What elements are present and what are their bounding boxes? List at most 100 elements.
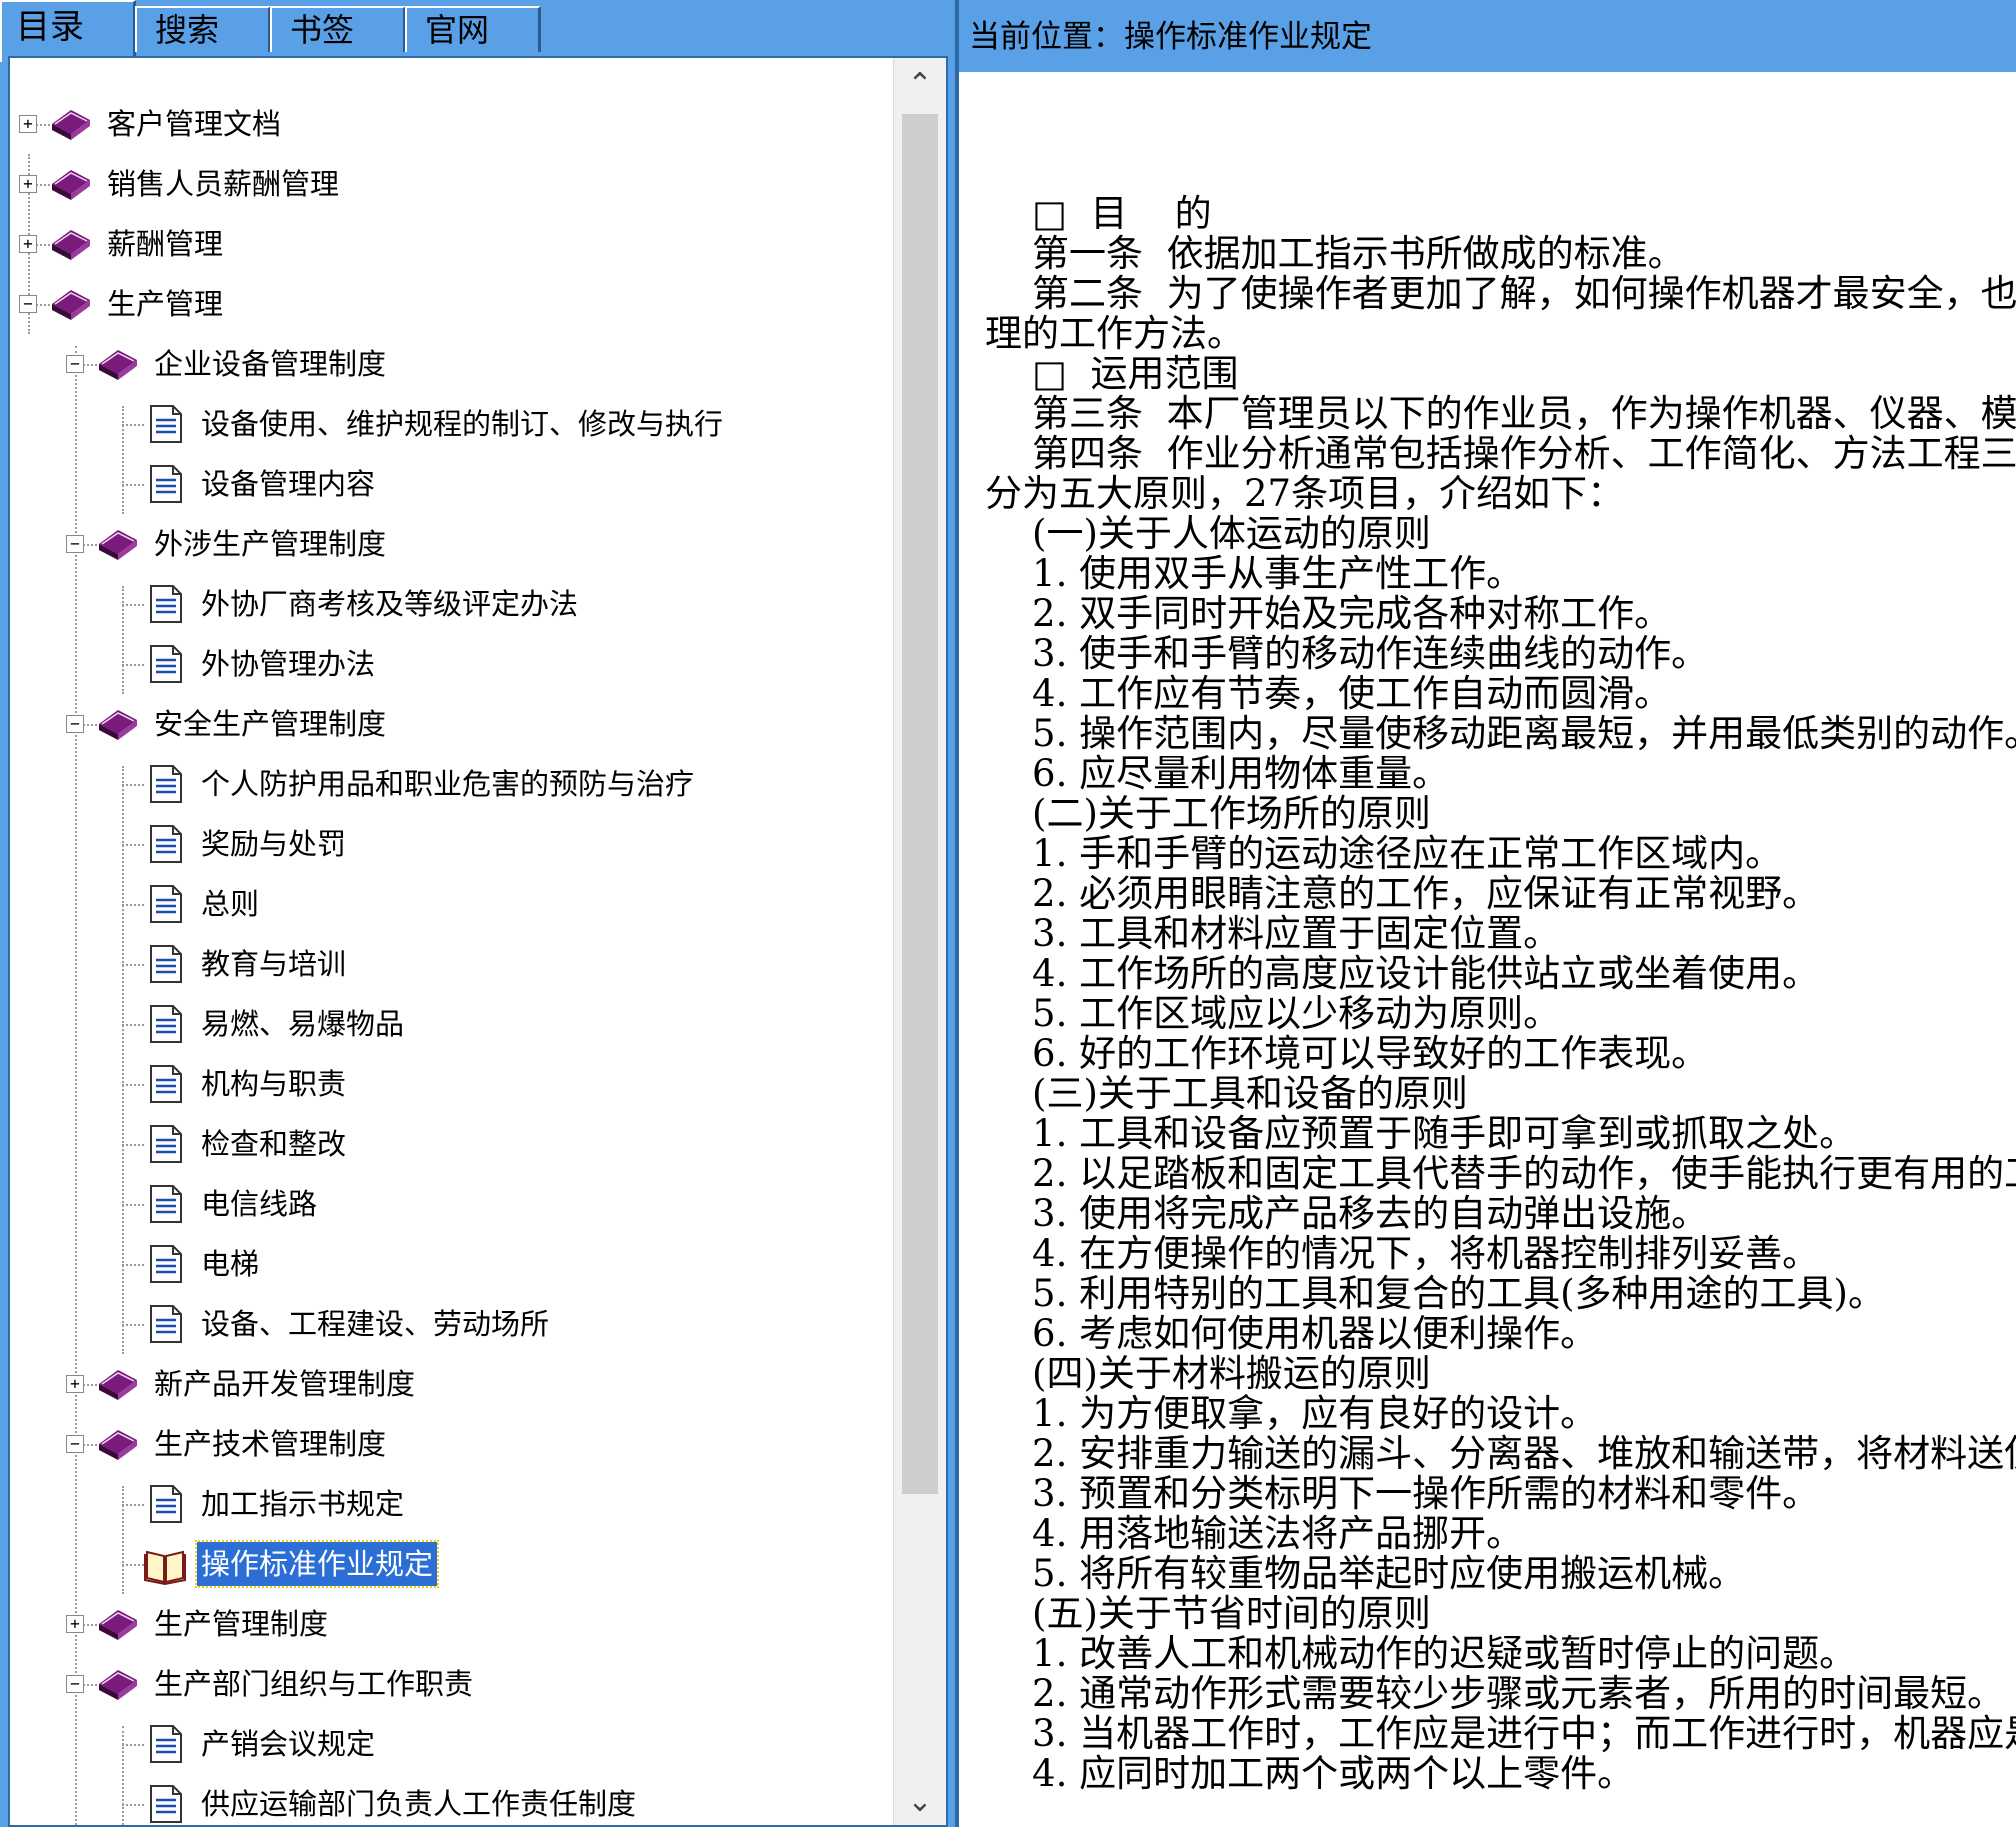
tree-item-label: 奖励与处罚 xyxy=(201,827,347,861)
collapse-icon[interactable]: − xyxy=(19,295,37,313)
tree-item-label: 总则 xyxy=(201,887,260,921)
tree-item-label: 易燃、易爆物品 xyxy=(201,1007,405,1041)
tree-view: + 客户管理文档 + 销售人员薪酬管理 + 薪酬管理 − 生产管理 − 企业设备管理制度 设备使用、… xyxy=(10,58,895,1825)
scrollbar-thumb[interactable] xyxy=(902,114,938,1494)
tree-connector-line xyxy=(122,1144,144,1146)
content-line: 第二条 为了使操作者更加了解，如何操作机器才最安全，也最 xyxy=(985,272,2016,315)
collapse-icon[interactable]: − xyxy=(66,535,84,553)
tree-item-label: 生产部门组织与工作职责 xyxy=(154,1667,474,1701)
document-icon xyxy=(143,1242,187,1286)
tree-connector-line xyxy=(122,1324,144,1326)
tree-item-label: 检查和整改 xyxy=(201,1127,347,1161)
expand-icon[interactable]: + xyxy=(19,175,37,193)
tree-item-label: 电信线路 xyxy=(201,1187,318,1221)
expand-icon[interactable]: + xyxy=(19,235,37,253)
document-icon xyxy=(143,1002,187,1046)
vertical-scrollbar[interactable]: ⌃ ⌄ xyxy=(893,58,946,1825)
collapse-icon[interactable]: − xyxy=(66,1675,84,1693)
tree-item-label: 教育与培训 xyxy=(201,947,347,981)
expand-icon[interactable]: + xyxy=(19,115,37,133)
left-pane: 目录 搜索 书签 官网 + 客户管理文档 + 销售人员薪酬管理 + 薪酬管理 − 生产管理 − 企… xyxy=(0,0,955,1827)
collapse-icon[interactable]: − xyxy=(66,355,84,373)
content-line: 第一条 依据加工指示书所做成的标准。 xyxy=(985,232,1685,275)
document-icon xyxy=(143,1722,187,1766)
chevron-down-icon[interactable]: ⌄ xyxy=(894,1775,946,1825)
content-line: 3. 当机器工作时，工作应是进行中；而工作进行时，机器应是 xyxy=(985,1712,2016,1755)
tree-connector-line xyxy=(122,964,144,966)
document-icon xyxy=(143,462,187,506)
content-line: (四)关于材料搬运的原则 xyxy=(985,1352,1431,1395)
book-icon xyxy=(96,1422,140,1466)
document-icon xyxy=(143,882,187,926)
book-icon xyxy=(96,1602,140,1646)
tree-connector-line xyxy=(122,484,144,486)
tree-item-label: 外协厂商考核及等级评定办法 xyxy=(201,587,579,621)
document-icon xyxy=(143,1122,187,1166)
content-line: (五)关于节省时间的原则 xyxy=(985,1592,1431,1635)
book-icon xyxy=(49,102,93,146)
tree-connector-line xyxy=(122,1504,144,1506)
tree-item-label: 薪酬管理 xyxy=(107,227,224,261)
tree-item-label: 生产管理制度 xyxy=(154,1607,329,1641)
tree-item-label: 客户管理文档 xyxy=(107,107,282,141)
collapse-icon[interactable]: − xyxy=(66,1435,84,1453)
content-line: 6. 考虑如何使用机器以便利操作。 xyxy=(985,1312,1598,1355)
tree-item-label: 生产管理 xyxy=(107,287,224,321)
content-line: 2. 安排重力输送的漏斗、分离器、堆放和输送带，将材料送使用 xyxy=(985,1432,2016,1475)
content-line: 5. 将所有较重物品举起时应使用搬运机械。 xyxy=(985,1552,1746,1595)
tree-connector-line xyxy=(122,1726,124,1825)
tree-item-label: 产销会议规定 xyxy=(201,1727,376,1761)
content-line: 4. 用落地输送法将产品挪开。 xyxy=(985,1512,1524,1555)
tree-item-label: 外涉生产管理制度 xyxy=(154,527,387,561)
right-pane: 当前位置：操作标准作业规定 □ 目 的 第一条 依据加工指示书所做成的标准。 第… xyxy=(955,0,2016,1827)
content-line: □ 运用范围 xyxy=(985,352,1239,395)
tree-item-label: 个人防护用品和职业危害的预防与治疗 xyxy=(201,767,695,801)
content-line: 1. 手和手臂的运动途径应在正常工作区域内。 xyxy=(985,832,1783,875)
content-line: 5. 利用特别的工具和复合的工具(多种用途的工具)。 xyxy=(985,1272,1885,1315)
book-icon xyxy=(49,222,93,266)
tab-bookmarks[interactable]: 书签 xyxy=(270,6,406,52)
tree-item-label: 加工指示书规定 xyxy=(201,1487,405,1521)
content-line: 1. 工具和设备应预置于随手即可拿到或抓取之处。 xyxy=(985,1112,1857,1155)
content-line: 理的工作方法。 xyxy=(985,312,1244,355)
tree-connector-line xyxy=(122,604,144,606)
document-icon xyxy=(143,762,187,806)
tree-item-label: 操作标准作业规定 xyxy=(194,1540,440,1588)
content-line: (二)关于工作场所的原则 xyxy=(985,792,1431,835)
document-icon xyxy=(143,1782,187,1825)
content-line: 4. 工作场所的高度应设计能供站立或坐着使用。 xyxy=(985,952,1820,995)
tree-connector-line xyxy=(122,586,124,694)
content-line: (一)关于人体运动的原则 xyxy=(985,512,1431,555)
document-icon xyxy=(143,642,187,686)
document-icon xyxy=(143,1062,187,1106)
tree-item-label: 外协管理办法 xyxy=(201,647,376,681)
content-line: (三)关于工具和设备的原则 xyxy=(985,1072,1468,1115)
content-line: 2. 双手同时开始及完成各种对称工作。 xyxy=(985,592,1672,635)
content-line: 5. 工作区域应以少移动为原则。 xyxy=(985,992,1561,1035)
tree-connector-line xyxy=(122,1804,144,1806)
chevron-up-icon[interactable]: ⌃ xyxy=(894,58,946,112)
expand-icon[interactable]: + xyxy=(66,1615,84,1633)
content-line: 5. 操作范围内，尽量使移动距离最短，并用最低类别的动作。 xyxy=(985,712,2016,755)
expand-icon[interactable]: + xyxy=(66,1375,84,1393)
tree-connector-line xyxy=(122,406,124,514)
tree-connector-line xyxy=(122,1744,144,1746)
tab-contents[interactable]: 目录 xyxy=(0,0,136,62)
tab-search[interactable]: 搜索 xyxy=(135,6,271,52)
document-icon xyxy=(143,1182,187,1226)
tree-connector-line xyxy=(122,1024,144,1026)
content-line: 6. 应尽量利用物体重量。 xyxy=(985,752,1450,795)
content-line: 3. 使用将完成产品移去的自动弹出设施。 xyxy=(985,1192,1709,1235)
content-line: 3. 使手和手臂的移动作连续曲线的动作。 xyxy=(985,632,1709,675)
tab-website[interactable]: 官网 xyxy=(405,6,541,52)
tree-connector-line xyxy=(75,346,77,1825)
tree-item-label: 供应运输部门负责人工作责任制度 xyxy=(201,1787,637,1821)
content-line: 3. 预置和分类标明下一操作所需的材料和零件。 xyxy=(985,1472,1820,1515)
tree-connector-line xyxy=(122,1084,144,1086)
document-content: □ 目 的 第一条 依据加工指示书所做成的标准。 第二条 为了使操作者更加了解，… xyxy=(985,194,2016,1794)
content-line: 4. 在方便操作的情况下，将机器控制排列妥善。 xyxy=(985,1232,1820,1275)
document-icon xyxy=(143,1302,187,1346)
book-icon xyxy=(96,522,140,566)
collapse-icon[interactable]: − xyxy=(66,715,84,733)
document-icon xyxy=(143,942,187,986)
